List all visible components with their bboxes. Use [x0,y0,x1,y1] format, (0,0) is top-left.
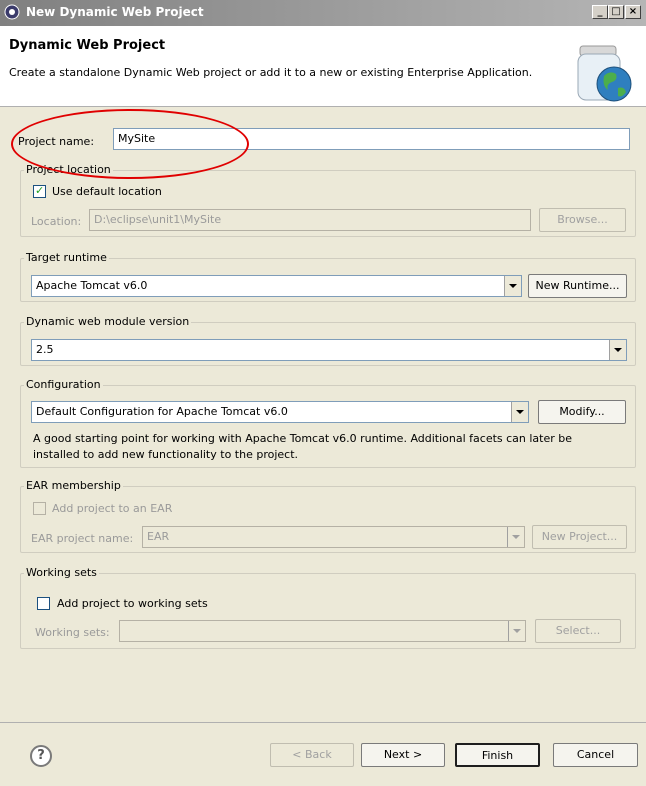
working-sets-select[interactable] [119,620,526,642]
add-to-working-sets-checkbox[interactable] [37,597,50,610]
add-to-ear-label: Add project to an EAR [52,502,173,515]
configuration-description-line2: installed to add new functionality to th… [33,448,299,461]
chevron-down-icon[interactable] [511,402,528,422]
configuration-value: Default Configuration for Apache Tomcat … [36,405,288,418]
back-button[interactable]: < Back [270,743,354,767]
add-to-working-sets-label: Add project to working sets [57,597,208,610]
ear-project-name-label: EAR project name: [31,532,134,545]
chevron-down-icon[interactable] [504,276,521,296]
modify-button[interactable]: Modify... [538,400,626,424]
next-button[interactable]: Next > [361,743,445,767]
ear-project-select[interactable]: EAR [142,526,525,548]
chevron-down-icon[interactable] [508,621,525,641]
project-name-label: Project name: [18,135,95,148]
window-title: New Dynamic Web Project [26,5,204,19]
module-version-select[interactable]: 2.5 [31,339,627,361]
location-label: Location: [31,215,82,228]
dialog-window: New Dynamic Web Project _ □ × Dynamic We… [0,0,646,786]
target-runtime-legend: Target runtime [24,251,109,264]
wizard-header: Dynamic Web Project Create a standalone … [0,26,646,107]
help-icon[interactable]: ? [30,745,52,767]
use-default-location-label: Use default location [52,185,162,198]
project-name-input[interactable]: MySite [113,128,630,150]
cancel-button[interactable]: Cancel [553,743,638,767]
maximize-button[interactable]: □ [608,5,624,19]
add-to-ear-checkbox[interactable] [33,502,46,515]
page-description: Create a standalone Dynamic Web project … [9,66,533,79]
working-sets-legend: Working sets [24,566,99,579]
configuration-description-line1: A good starting point for working with A… [33,432,573,445]
new-runtime-button[interactable]: New Runtime... [528,274,627,298]
eclipse-icon [4,4,20,20]
module-version-legend: Dynamic web module version [24,315,192,328]
select-working-sets-button[interactable]: Select... [535,619,621,643]
use-default-location-checkbox[interactable]: ✓ [33,184,46,198]
checkmark-icon: ✓ [35,184,45,197]
browse-button[interactable]: Browse... [539,208,626,232]
close-button[interactable]: × [625,5,641,19]
ear-project-value: EAR [147,530,170,543]
new-ear-project-button[interactable]: New Project... [532,525,627,549]
minimize-button[interactable]: _ [592,5,608,19]
module-version-value: 2.5 [36,343,54,356]
ear-membership-legend: EAR membership [24,479,123,492]
chevron-down-icon[interactable] [507,527,524,547]
title-bar[interactable]: New Dynamic Web Project _ □ × [0,0,646,26]
project-location-legend: Project location [24,163,113,176]
page-title: Dynamic Web Project [9,38,166,53]
configuration-select[interactable]: Default Configuration for Apache Tomcat … [31,401,529,423]
location-input[interactable]: D:\eclipse\unit1\MySite [89,209,531,231]
wizard-footer: ? < Back Next > Finish Cancel [0,722,646,786]
wizard-body: Project name: MySite Project location ✓ … [0,107,646,722]
configuration-legend: Configuration [24,378,103,391]
finish-button[interactable]: Finish [455,743,540,767]
working-sets-label: Working sets: [35,626,110,639]
target-runtime-value: Apache Tomcat v6.0 [36,279,148,292]
jar-globe-icon [577,45,632,102]
chevron-down-icon[interactable] [609,340,626,360]
target-runtime-select[interactable]: Apache Tomcat v6.0 [31,275,522,297]
